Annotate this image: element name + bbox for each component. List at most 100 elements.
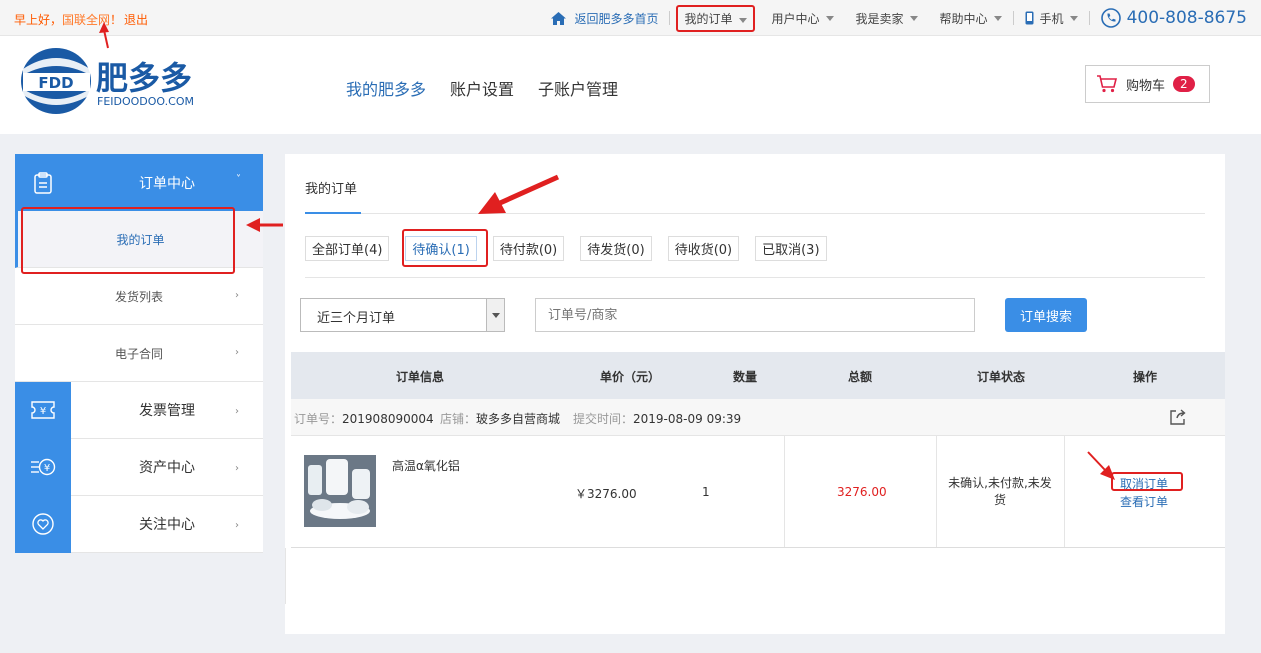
divider xyxy=(936,436,937,547)
greeting-text: 早上好， xyxy=(14,13,63,27)
order-search-button[interactable]: 订单搜索 xyxy=(1005,298,1087,332)
sidebar-item-shipping-list[interactable]: 发货列表 › xyxy=(15,268,263,325)
annotation-box-my-orders xyxy=(21,207,235,274)
cart-button[interactable]: 购物车 2 xyxy=(1085,65,1210,103)
greeting-exclaim: ！ xyxy=(110,13,123,27)
table-row: 高温α氧化铝 ￥3276.00 1 3276.00 未确认,未付款,未发货 取消… xyxy=(291,436,1225,548)
tab-pending-receipt[interactable]: 待收货(0) xyxy=(667,236,740,261)
heart-icon xyxy=(32,513,54,535)
col-unit-price: 单价（元） xyxy=(600,370,661,384)
mobile-label: 手机 xyxy=(1039,11,1064,26)
divider xyxy=(784,436,785,547)
heart-icon-box xyxy=(15,495,71,553)
divider xyxy=(1064,436,1065,547)
phone-icon xyxy=(1100,8,1121,28)
order-info-row: 订单号：201908090004 店铺：玻多多自营商城 提交时间：2019-08… xyxy=(291,399,1225,436)
help-label: 帮助中心 xyxy=(939,11,988,26)
product-name[interactable]: 高温α氧化铝 xyxy=(392,457,460,474)
title-underline xyxy=(305,212,361,214)
quantity: 1 xyxy=(702,485,710,499)
logo-en-text: FEIDOODOO.COM xyxy=(97,95,194,108)
divider xyxy=(305,277,1205,278)
site-header: FDD 肥多多 FEIDOODOO.COM 我的肥多多 账户设置 子账户管理 购… xyxy=(0,36,1261,134)
view-order-link[interactable]: 查看订单 xyxy=(1120,493,1168,510)
asset-icon: ¥ xyxy=(31,458,56,476)
sidebar-item-follow[interactable]: 关注中心 › xyxy=(15,495,263,553)
seller-label: 我是卖家 xyxy=(855,11,904,26)
invoice-icon-box: ¥ xyxy=(15,381,71,439)
user-center-label: 用户中心 xyxy=(771,11,820,26)
chevron-down-icon: ˅ xyxy=(236,174,241,185)
chevron-down-icon xyxy=(738,17,747,23)
table-header: 订单信息 单价（元） 数量 总额 订单状态 操作 xyxy=(291,352,1225,399)
sidebar-item-invoice[interactable]: ¥ 发票管理 › xyxy=(15,381,263,439)
time-range-select[interactable]: 近三个月订单 xyxy=(300,298,505,332)
order-icon xyxy=(34,171,52,194)
top-bar: 早上好，国联全网！ 退出 返回肥多多首页 我的订单 用户中心 我是卖家 帮助中心 … xyxy=(0,0,1261,36)
site-logo[interactable]: FDD 肥多多 FEIDOODOO.COM xyxy=(18,43,208,127)
page-title: 我的订单 xyxy=(305,182,358,197)
divider xyxy=(285,548,286,604)
seller-menu[interactable]: 我是卖家 xyxy=(845,10,929,27)
tab-pending-shipment[interactable]: 待发货(0) xyxy=(580,236,652,261)
divider xyxy=(305,213,1205,214)
svg-text:¥: ¥ xyxy=(44,463,50,474)
chevron-right-icon: › xyxy=(235,463,239,474)
order-search-input[interactable] xyxy=(535,298,975,332)
chevron-down-icon xyxy=(491,312,500,318)
nav-account-settings[interactable]: 账户设置 xyxy=(450,76,514,100)
my-orders-menu[interactable]: 我的订单 xyxy=(670,4,760,32)
col-quantity: 数量 xyxy=(733,370,758,384)
e-contract-label: 电子合同 xyxy=(114,346,163,361)
col-order-info: 订单信息 xyxy=(396,370,445,384)
tab-pending-payment[interactable]: 待付款(0) xyxy=(492,236,565,261)
hotline: 400-808-8675 xyxy=(1090,8,1247,28)
logo-cn-text: 肥多多 xyxy=(96,59,192,97)
invoice-icon: ¥ xyxy=(31,401,55,419)
product-image[interactable] xyxy=(304,455,376,527)
total-amount: 3276.00 xyxy=(837,485,887,499)
my-orders-highlight[interactable]: 我的订单 xyxy=(676,4,755,32)
logout-link[interactable]: 退出 xyxy=(124,13,148,27)
share-icon[interactable] xyxy=(1169,408,1187,426)
time-range-value: 近三个月订单 xyxy=(317,311,396,326)
product-photo xyxy=(304,455,376,527)
help-menu[interactable]: 帮助中心 xyxy=(929,10,1013,27)
main-nav: 我的肥多多 账户设置 子账户管理 xyxy=(346,76,642,100)
shop-label: 店铺： xyxy=(440,412,477,426)
time-value: 2019-08-09 09:39 xyxy=(633,412,742,426)
chevron-down-icon xyxy=(1069,15,1078,21)
asset-icon-box: ¥ xyxy=(15,438,71,496)
sidebar-item-e-contract[interactable]: 电子合同 › xyxy=(15,325,263,382)
order-status: 未确认,未付款,未发货 xyxy=(948,476,1052,507)
order-tabs: 全部订单(4) 待确认(1) 待付款(0) 待发货(0) 待收货(0) 已取消(… xyxy=(305,236,843,261)
tab-cancelled[interactable]: 已取消(3) xyxy=(755,236,827,261)
home-icon xyxy=(551,11,567,25)
user-center-menu[interactable]: 用户中心 xyxy=(761,10,845,27)
sidebar-item-order-center[interactable]: 订单中心 ˅ xyxy=(15,154,263,211)
my-orders-label: 我的订单 xyxy=(684,11,733,26)
order-number: 订单号：201908090004 xyxy=(294,410,434,427)
mobile-menu[interactable]: 手机 xyxy=(1014,10,1089,27)
home-link[interactable]: 返回肥多多首页 xyxy=(540,10,669,27)
nav-sub-accounts[interactable]: 子账户管理 xyxy=(538,76,618,100)
cart-count-badge: 2 xyxy=(1173,76,1195,92)
logo-graphic: FDD 肥多多 FEIDOODOO.COM xyxy=(21,48,194,114)
dropdown-button[interactable] xyxy=(486,299,504,331)
col-actions: 操作 xyxy=(1133,370,1158,384)
order-shop: 店铺：玻多多自营商城 xyxy=(440,410,560,427)
chevron-right-icon: › xyxy=(235,406,239,417)
orders-panel: 我的订单 全部订单(4) 待确认(1) 待付款(0) 待发货(0) 待收货(0)… xyxy=(285,154,1225,634)
shop-value: 玻多多自营商城 xyxy=(476,412,561,426)
chevron-down-icon xyxy=(909,15,918,21)
nav-my-feiduoduo[interactable]: 我的肥多多 xyxy=(346,76,426,100)
phone-number: 400-808-8675 xyxy=(1126,8,1247,28)
tab-all-orders[interactable]: 全部订单(4) xyxy=(305,236,390,261)
chevron-down-icon xyxy=(825,15,834,21)
time-label: 提交时间： xyxy=(573,412,634,426)
chevron-right-icon: › xyxy=(235,347,239,358)
order-center-label: 订单中心 xyxy=(139,175,195,192)
unit-price: ￥3276.00 xyxy=(575,487,637,501)
phone-device-icon xyxy=(1025,11,1034,25)
sidebar-item-assets[interactable]: ¥ 资产中心 › xyxy=(15,438,263,496)
